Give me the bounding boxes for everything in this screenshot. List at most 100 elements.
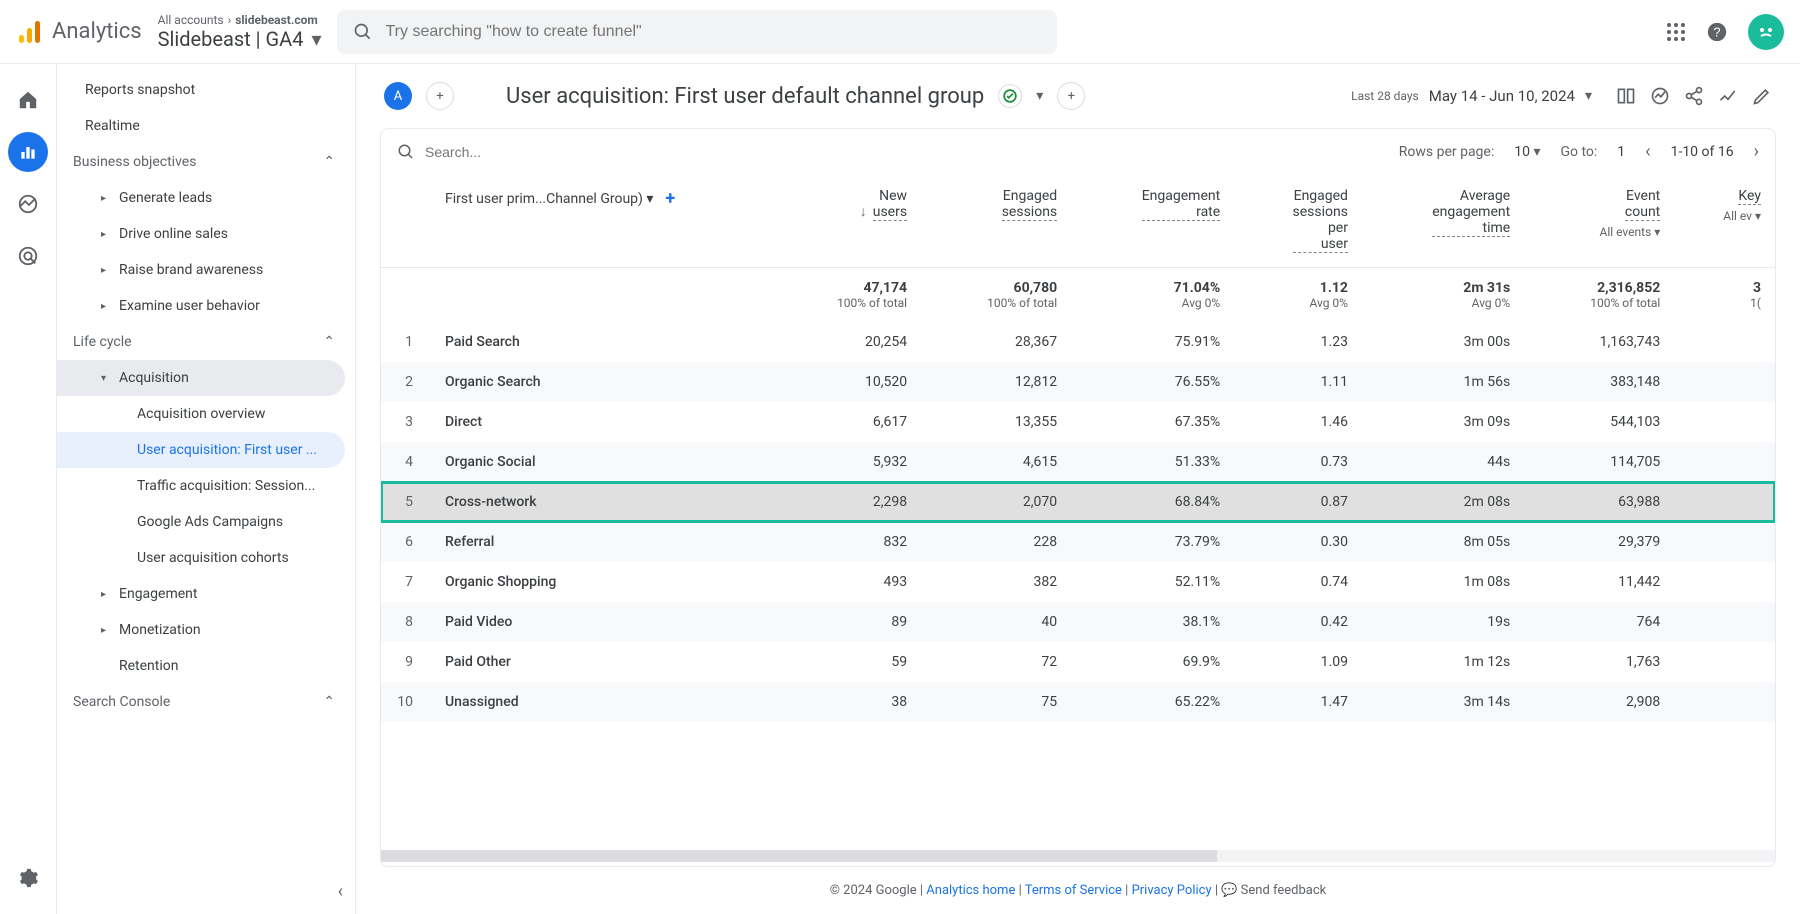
privacy-link[interactable]: Privacy Policy bbox=[1132, 883, 1212, 898]
table-row[interactable]: 1Paid Search20,25428,36775.91%1.233m 00s… bbox=[381, 322, 1775, 362]
sidebar: Reports snapshot Realtime Business objec… bbox=[56, 64, 356, 914]
cell: 76.55% bbox=[1071, 362, 1234, 402]
brand-name: Analytics bbox=[52, 19, 142, 44]
cell: 38 bbox=[771, 682, 921, 722]
caret-down-icon[interactable]: ▾ bbox=[1585, 88, 1592, 104]
column-header[interactable]: ↓Newusers bbox=[771, 174, 921, 268]
totals-cell: 2,316,852100% of total bbox=[1524, 268, 1674, 323]
table-search-input[interactable] bbox=[425, 144, 1389, 160]
search-input[interactable] bbox=[385, 23, 1041, 41]
search-bar[interactable] bbox=[337, 10, 1057, 54]
add-comparison-button[interactable]: + bbox=[1057, 82, 1085, 110]
cell: 1m 08s bbox=[1362, 562, 1524, 602]
settings-icon[interactable] bbox=[8, 858, 48, 898]
table-row[interactable]: 2Organic Search10,52012,81276.55%1.111m … bbox=[381, 362, 1775, 402]
user-avatar[interactable] bbox=[1748, 14, 1784, 50]
column-header[interactable]: Engagementrate bbox=[1071, 174, 1234, 268]
caret-right-icon: ▸ bbox=[101, 625, 111, 636]
sidebar-item-acquisition-overview[interactable]: Acquisition overview bbox=[57, 396, 355, 432]
cell: 12,812 bbox=[921, 362, 1071, 402]
cell: 65.22% bbox=[1071, 682, 1234, 722]
segment-chip[interactable]: A bbox=[384, 82, 412, 110]
cell: 1.11 bbox=[1234, 362, 1362, 402]
rows-per-page-label: Rows per page: bbox=[1399, 144, 1494, 160]
row-index: 9 bbox=[381, 642, 431, 682]
home-icon[interactable] bbox=[8, 80, 48, 120]
insights-icon[interactable] bbox=[1650, 86, 1670, 106]
table-row[interactable]: 5Cross-network2,2982,07068.84%0.872m 08s… bbox=[381, 482, 1775, 522]
collapse-sidebar-icon[interactable]: ‹ bbox=[338, 881, 343, 902]
horizontal-scrollbar[interactable] bbox=[381, 850, 1775, 862]
sidebar-item-generate-leads[interactable]: ▸Generate leads bbox=[57, 180, 355, 216]
help-icon[interactable]: ? bbox=[1706, 21, 1728, 43]
advertising-icon[interactable] bbox=[8, 236, 48, 276]
sidebar-snapshot[interactable]: Reports snapshot bbox=[57, 72, 355, 108]
column-header[interactable]: EventcountAll events ▾ bbox=[1524, 174, 1674, 268]
row-dimension: Cross-network bbox=[431, 482, 771, 522]
verified-icon[interactable] bbox=[998, 84, 1022, 108]
compare-icon[interactable] bbox=[1616, 86, 1636, 106]
sidebar-item-google-ads-campaigns[interactable]: Google Ads Campaigns bbox=[57, 504, 355, 540]
table-row[interactable]: 4Organic Social5,9324,61551.33%0.7344s11… bbox=[381, 442, 1775, 482]
sidebar-item-engagement[interactable]: ▸Engagement bbox=[57, 576, 355, 612]
sidebar-item-examine-user-behavior[interactable]: ▸Examine user behavior bbox=[57, 288, 355, 324]
row-dimension: Paid Video bbox=[431, 602, 771, 642]
sidebar-item-raise-brand-awareness[interactable]: ▸Raise brand awareness bbox=[57, 252, 355, 288]
column-header[interactable]: Averageengagementtime bbox=[1362, 174, 1524, 268]
sidebar-section-search-console[interactable]: Search Console ⌃ bbox=[57, 684, 355, 720]
dimension-select[interactable]: First user prim...Channel Group) ▾ bbox=[445, 191, 653, 207]
table-row[interactable]: 9Paid Other597269.9%1.091m 12s1,763 bbox=[381, 642, 1775, 682]
next-page-icon[interactable]: › bbox=[1754, 141, 1759, 162]
caret-down-icon[interactable]: ▾ bbox=[1036, 88, 1043, 104]
edit-icon[interactable] bbox=[1752, 86, 1772, 106]
sidebar-realtime[interactable]: Realtime bbox=[57, 108, 355, 144]
share-icon[interactable] bbox=[1684, 86, 1704, 106]
sidebar-item-traffic-acquisition[interactable]: Traffic acquisition: Session... bbox=[57, 468, 355, 504]
table-row[interactable]: 7Organic Shopping49338252.11%0.741m 08s1… bbox=[381, 562, 1775, 602]
table-row[interactable]: 8Paid Video894038.1%0.4219s764 bbox=[381, 602, 1775, 642]
prev-page-icon[interactable]: ‹ bbox=[1645, 141, 1650, 162]
sidebar-item-monetization[interactable]: ▸Monetization bbox=[57, 612, 355, 648]
cell: 13,355 bbox=[921, 402, 1071, 442]
table-row[interactable]: 3Direct6,61713,35567.35%1.463m 09s544,10… bbox=[381, 402, 1775, 442]
table-row[interactable]: 6Referral83222873.79%0.308m 05s29,379 bbox=[381, 522, 1775, 562]
feedback-link[interactable]: Send feedback bbox=[1241, 883, 1327, 898]
sidebar-item-retention[interactable]: Retention bbox=[57, 648, 355, 684]
sidebar-item-drive-online-sales[interactable]: ▸Drive online sales bbox=[57, 216, 355, 252]
row-dimension: Unassigned bbox=[431, 682, 771, 722]
sidebar-item-user-acquisition[interactable]: User acquisition: First user ... bbox=[57, 432, 345, 468]
table-row[interactable]: 10Unassigned387565.22%1.473m 14s2,908 bbox=[381, 682, 1775, 722]
chevron-up-icon: ⌃ bbox=[323, 694, 335, 710]
column-header[interactable]: Engagedsessions bbox=[921, 174, 1071, 268]
cell: 2,908 bbox=[1524, 682, 1674, 722]
add-segment-button[interactable]: + bbox=[426, 82, 454, 110]
rows-per-page-select[interactable]: 10 ▾ bbox=[1514, 144, 1540, 160]
add-dimension-button[interactable]: + bbox=[665, 188, 675, 209]
property-name: Slidebeast | GA4 bbox=[158, 27, 304, 51]
property-selector[interactable]: All accounts › slidebeast.com Slidebeast… bbox=[158, 13, 322, 51]
cell: 228 bbox=[921, 522, 1071, 562]
cell: 63,988 bbox=[1524, 482, 1674, 522]
explore-icon[interactable] bbox=[8, 184, 48, 224]
reports-icon[interactable] bbox=[8, 132, 48, 172]
cell: 493 bbox=[771, 562, 921, 602]
search-icon bbox=[397, 143, 415, 161]
trend-icon[interactable] bbox=[1718, 86, 1738, 106]
analytics-home-link[interactable]: Analytics home bbox=[926, 883, 1015, 898]
sidebar-item-acquisition[interactable]: ▾Acquisition bbox=[57, 360, 345, 396]
data-table: First user prim...Channel Group) ▾ + ↓Ne… bbox=[381, 174, 1775, 722]
apps-icon[interactable] bbox=[1666, 22, 1686, 42]
column-header[interactable]: KeyAll ev ▾ bbox=[1674, 174, 1775, 268]
sidebar-section-business-objectives[interactable]: Business objectives ⌃ bbox=[57, 144, 355, 180]
sidebar-item-user-acquisition-cohorts[interactable]: User acquisition cohorts bbox=[57, 540, 355, 576]
date-range-label: Last 28 days bbox=[1351, 89, 1419, 103]
footer: © 2024 Google | Analytics home | Terms o… bbox=[380, 867, 1776, 914]
column-header[interactable]: Engagedsessionsperuser bbox=[1234, 174, 1362, 268]
goto-value[interactable]: 1 bbox=[1617, 144, 1625, 160]
sidebar-section-life-cycle[interactable]: Life cycle ⌃ bbox=[57, 324, 355, 360]
date-range-value[interactable]: May 14 - Jun 10, 2024 bbox=[1429, 87, 1575, 105]
cell bbox=[1674, 402, 1775, 442]
cell: 28,367 bbox=[921, 322, 1071, 362]
row-dimension: Referral bbox=[431, 522, 771, 562]
tos-link[interactable]: Terms of Service bbox=[1025, 883, 1122, 898]
